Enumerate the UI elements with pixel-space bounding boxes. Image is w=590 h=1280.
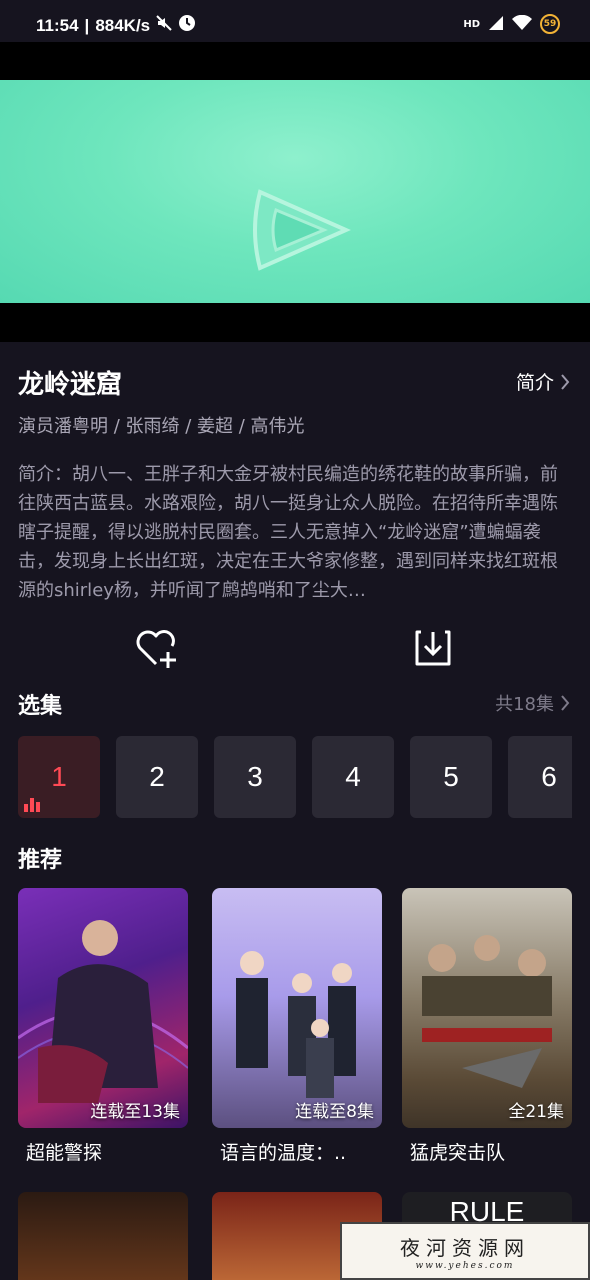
status-speed: 884K/s: [95, 15, 151, 35]
download-icon: [415, 630, 451, 666]
episode-tile[interactable]: 2: [116, 736, 198, 818]
intro-link[interactable]: 简介: [516, 368, 570, 395]
watermark: 夜河资源网 www.yehes.com: [340, 1222, 590, 1280]
poster-badge: 连载至8集: [295, 1102, 374, 1122]
cast-list: 演员潘粤明 / 张雨绮 / 姜超 / 高伟光: [18, 416, 305, 437]
heart-plus-icon: [136, 630, 176, 668]
intro-link-label: 简介: [515, 372, 554, 394]
signal-icon: [488, 15, 504, 34]
status-time: 11:54: [36, 15, 79, 35]
poster-badge: 连载至13集: [90, 1102, 180, 1122]
favorite-button[interactable]: [134, 626, 178, 670]
video-frame[interactable]: [0, 80, 590, 303]
episode-tile[interactable]: 6: [508, 736, 572, 818]
recommend-card[interactable]: 连载至8集 语言的温度：..: [212, 888, 382, 1164]
episode-tile[interactable]: 4: [312, 736, 394, 818]
play-logo-icon: [253, 189, 351, 271]
recommend-name: 猛虎突击队: [410, 1142, 506, 1164]
poster-image: 连载至8集: [212, 888, 382, 1128]
episodes-title: 选集: [18, 694, 63, 719]
recommend-card[interactable]: [18, 1192, 188, 1280]
recommend-name: 语言的温度：..: [220, 1142, 347, 1164]
episode-list[interactable]: 1 2 3 4 5 6: [18, 736, 572, 818]
recommend-card[interactable]: 连载至13集 超能警探: [18, 888, 188, 1164]
battery-icon: 59: [540, 14, 560, 34]
synopsis[interactable]: 简介：胡八一、王胖子和大金牙被村民编造的绣花鞋的故事所骗，前往陕西古蓝县。水路艰…: [18, 460, 568, 605]
watermark-url: www.yehes.com: [415, 1260, 515, 1271]
poster-image: 全21集: [402, 888, 572, 1128]
episodes-count: 共18集: [495, 694, 554, 715]
watermark-cn: 夜河资源网: [400, 1235, 530, 1260]
status-left: 11:54 | 884K/s: [36, 14, 196, 37]
poster-image: 连载至13集: [18, 888, 188, 1128]
playing-icon: [24, 798, 40, 812]
mute-icon: [156, 15, 172, 36]
video-player[interactable]: [0, 42, 590, 342]
poster-art: [422, 935, 552, 1088]
status-right: HD 59: [463, 14, 560, 34]
episode-tile[interactable]: 3: [214, 736, 296, 818]
recommend-title: 推荐: [18, 848, 63, 873]
episode-tile[interactable]: 1: [18, 736, 100, 818]
wifi-icon: [512, 14, 532, 34]
episode-tile[interactable]: 5: [410, 736, 492, 818]
chevron-right-icon: [561, 695, 570, 711]
page-title: 龙岭迷窟: [18, 370, 123, 400]
episodes-count-link[interactable]: 共18集: [495, 690, 570, 716]
poster-badge: 全21集: [508, 1102, 564, 1122]
recommend-name: 超能警探: [26, 1142, 103, 1164]
alarm-icon: [178, 14, 196, 37]
chevron-right-icon: [561, 373, 570, 390]
network-type: HD: [463, 18, 480, 30]
status-bar: 11:54 | 884K/s HD 59: [0, 0, 590, 42]
download-button[interactable]: [411, 626, 455, 670]
poster-art: [18, 920, 188, 1103]
poster-art: [236, 951, 356, 1098]
recommend-card[interactable]: 全21集 猛虎突击队: [402, 888, 572, 1164]
